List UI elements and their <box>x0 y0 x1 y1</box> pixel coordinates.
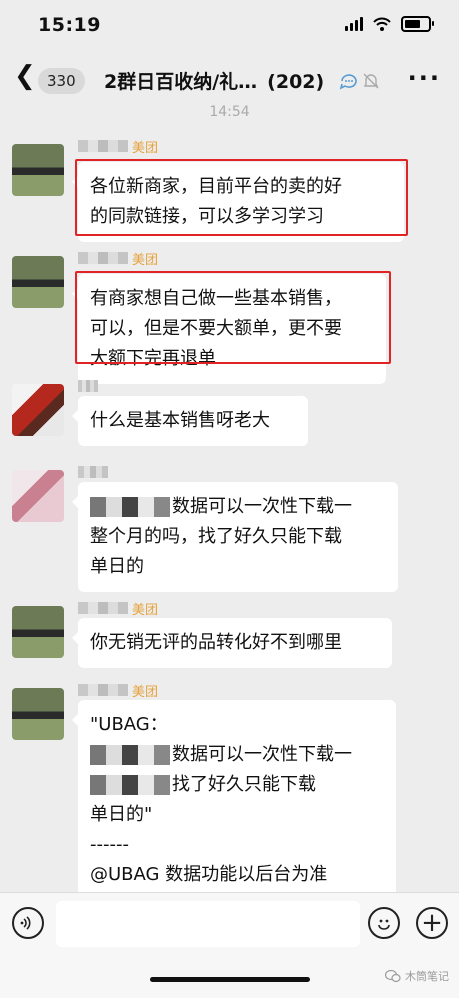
message-text: 单日的 <box>90 556 144 577</box>
avatar[interactable] <box>12 606 64 658</box>
status-bar: 15:19 <box>0 0 459 52</box>
redacted-mosaic <box>90 775 170 795</box>
smiley-icon <box>378 919 390 930</box>
status-icons <box>345 16 434 32</box>
more-functions-button[interactable]: + <box>416 907 448 939</box>
plus-icon: + <box>421 908 443 938</box>
wifi-icon <box>373 17 391 31</box>
watermark-text: 木筒笔记 <box>405 970 449 983</box>
sender-name: 美团 <box>78 248 158 268</box>
message-bubble[interactable]: 你无销无评的品转化好不到哪里 <box>72 618 392 668</box>
avatar[interactable] <box>12 688 64 740</box>
sender-name <box>78 462 108 482</box>
signal-icon <box>345 17 363 31</box>
message-text: ------ <box>90 834 129 855</box>
chat-area[interactable]: 14:54 美团 各位新商家，目前平台的卖的好 的同款链接，可以多学习学习 美团… <box>0 104 459 892</box>
mute-bell-icon <box>363 73 379 89</box>
sender-tag: 美团 <box>132 140 159 156</box>
avatar[interactable] <box>12 256 64 308</box>
highlight-box <box>75 271 391 364</box>
voice-icon <box>20 916 31 930</box>
sender-name: 美团 <box>78 136 158 156</box>
sender-tag: 美团 <box>132 252 159 268</box>
status-time: 15:19 <box>38 14 101 36</box>
more-options-icon[interactable]: ··· <box>408 64 441 92</box>
wechat-icon <box>385 969 401 983</box>
back-icon[interactable]: ❮ <box>14 63 36 89</box>
home-indicator <box>150 977 310 982</box>
avatar[interactable] <box>12 384 64 436</box>
title-icons <box>339 72 379 90</box>
redacted-mosaic <box>90 745 170 765</box>
chat-header: ❮ 330 2群日百收纳/礼… (202) ··· <box>0 52 459 104</box>
message-text: @UBAG 数据功能以后台为准 <box>90 864 328 885</box>
sender-name: 美团 <box>78 598 158 618</box>
sender-name: 美团 <box>78 680 158 700</box>
highlight-box <box>75 159 408 236</box>
redacted-mosaic <box>90 497 170 517</box>
emoji-button[interactable] <box>368 907 400 939</box>
message-timestamp: 14:54 <box>209 104 250 120</box>
message-text: 什么是基本销售呀老大 <box>90 410 270 431</box>
message-bubble[interactable]: 数据可以一次性下载一 整个月的吗，找了好久只能下载 单日的 <box>72 482 398 592</box>
avatar[interactable] <box>12 144 64 196</box>
message-text: 整个月的吗，找了好久只能下载 <box>90 526 342 547</box>
message-text: 找了好久只能下载 <box>172 774 316 795</box>
message-text: 单日的" <box>90 804 153 825</box>
avatar[interactable] <box>12 470 64 522</box>
member-count: (202) <box>267 71 325 93</box>
sender-tag: 美团 <box>132 684 159 700</box>
voice-input-button[interactable] <box>12 907 44 939</box>
message-text: 数据可以一次性下载一 <box>172 744 352 765</box>
group-name: 2群日百收纳/礼… <box>104 71 258 93</box>
message-bubble[interactable]: "UBAG： 数据可以一次性下载一 找了好久只能下载 单日的" ------ @… <box>72 700 396 892</box>
bubble-sync-icon <box>339 74 357 90</box>
sender-name <box>78 376 98 396</box>
message-text: "UBAG： <box>90 714 168 735</box>
chat-title[interactable]: 2群日百收纳/礼… (202) <box>104 67 324 94</box>
message-text: 数据可以一次性下载一 <box>172 496 352 517</box>
message-bubble[interactable]: 什么是基本销售呀老大 <box>72 396 308 446</box>
battery-icon <box>401 16 434 32</box>
unread-badge[interactable]: 330 <box>38 68 85 94</box>
message-input[interactable] <box>56 901 360 947</box>
message-text: 你无销无评的品转化好不到哪里 <box>90 632 342 653</box>
watermark: 木筒笔记 <box>385 968 449 984</box>
sender-tag: 美团 <box>132 602 159 618</box>
